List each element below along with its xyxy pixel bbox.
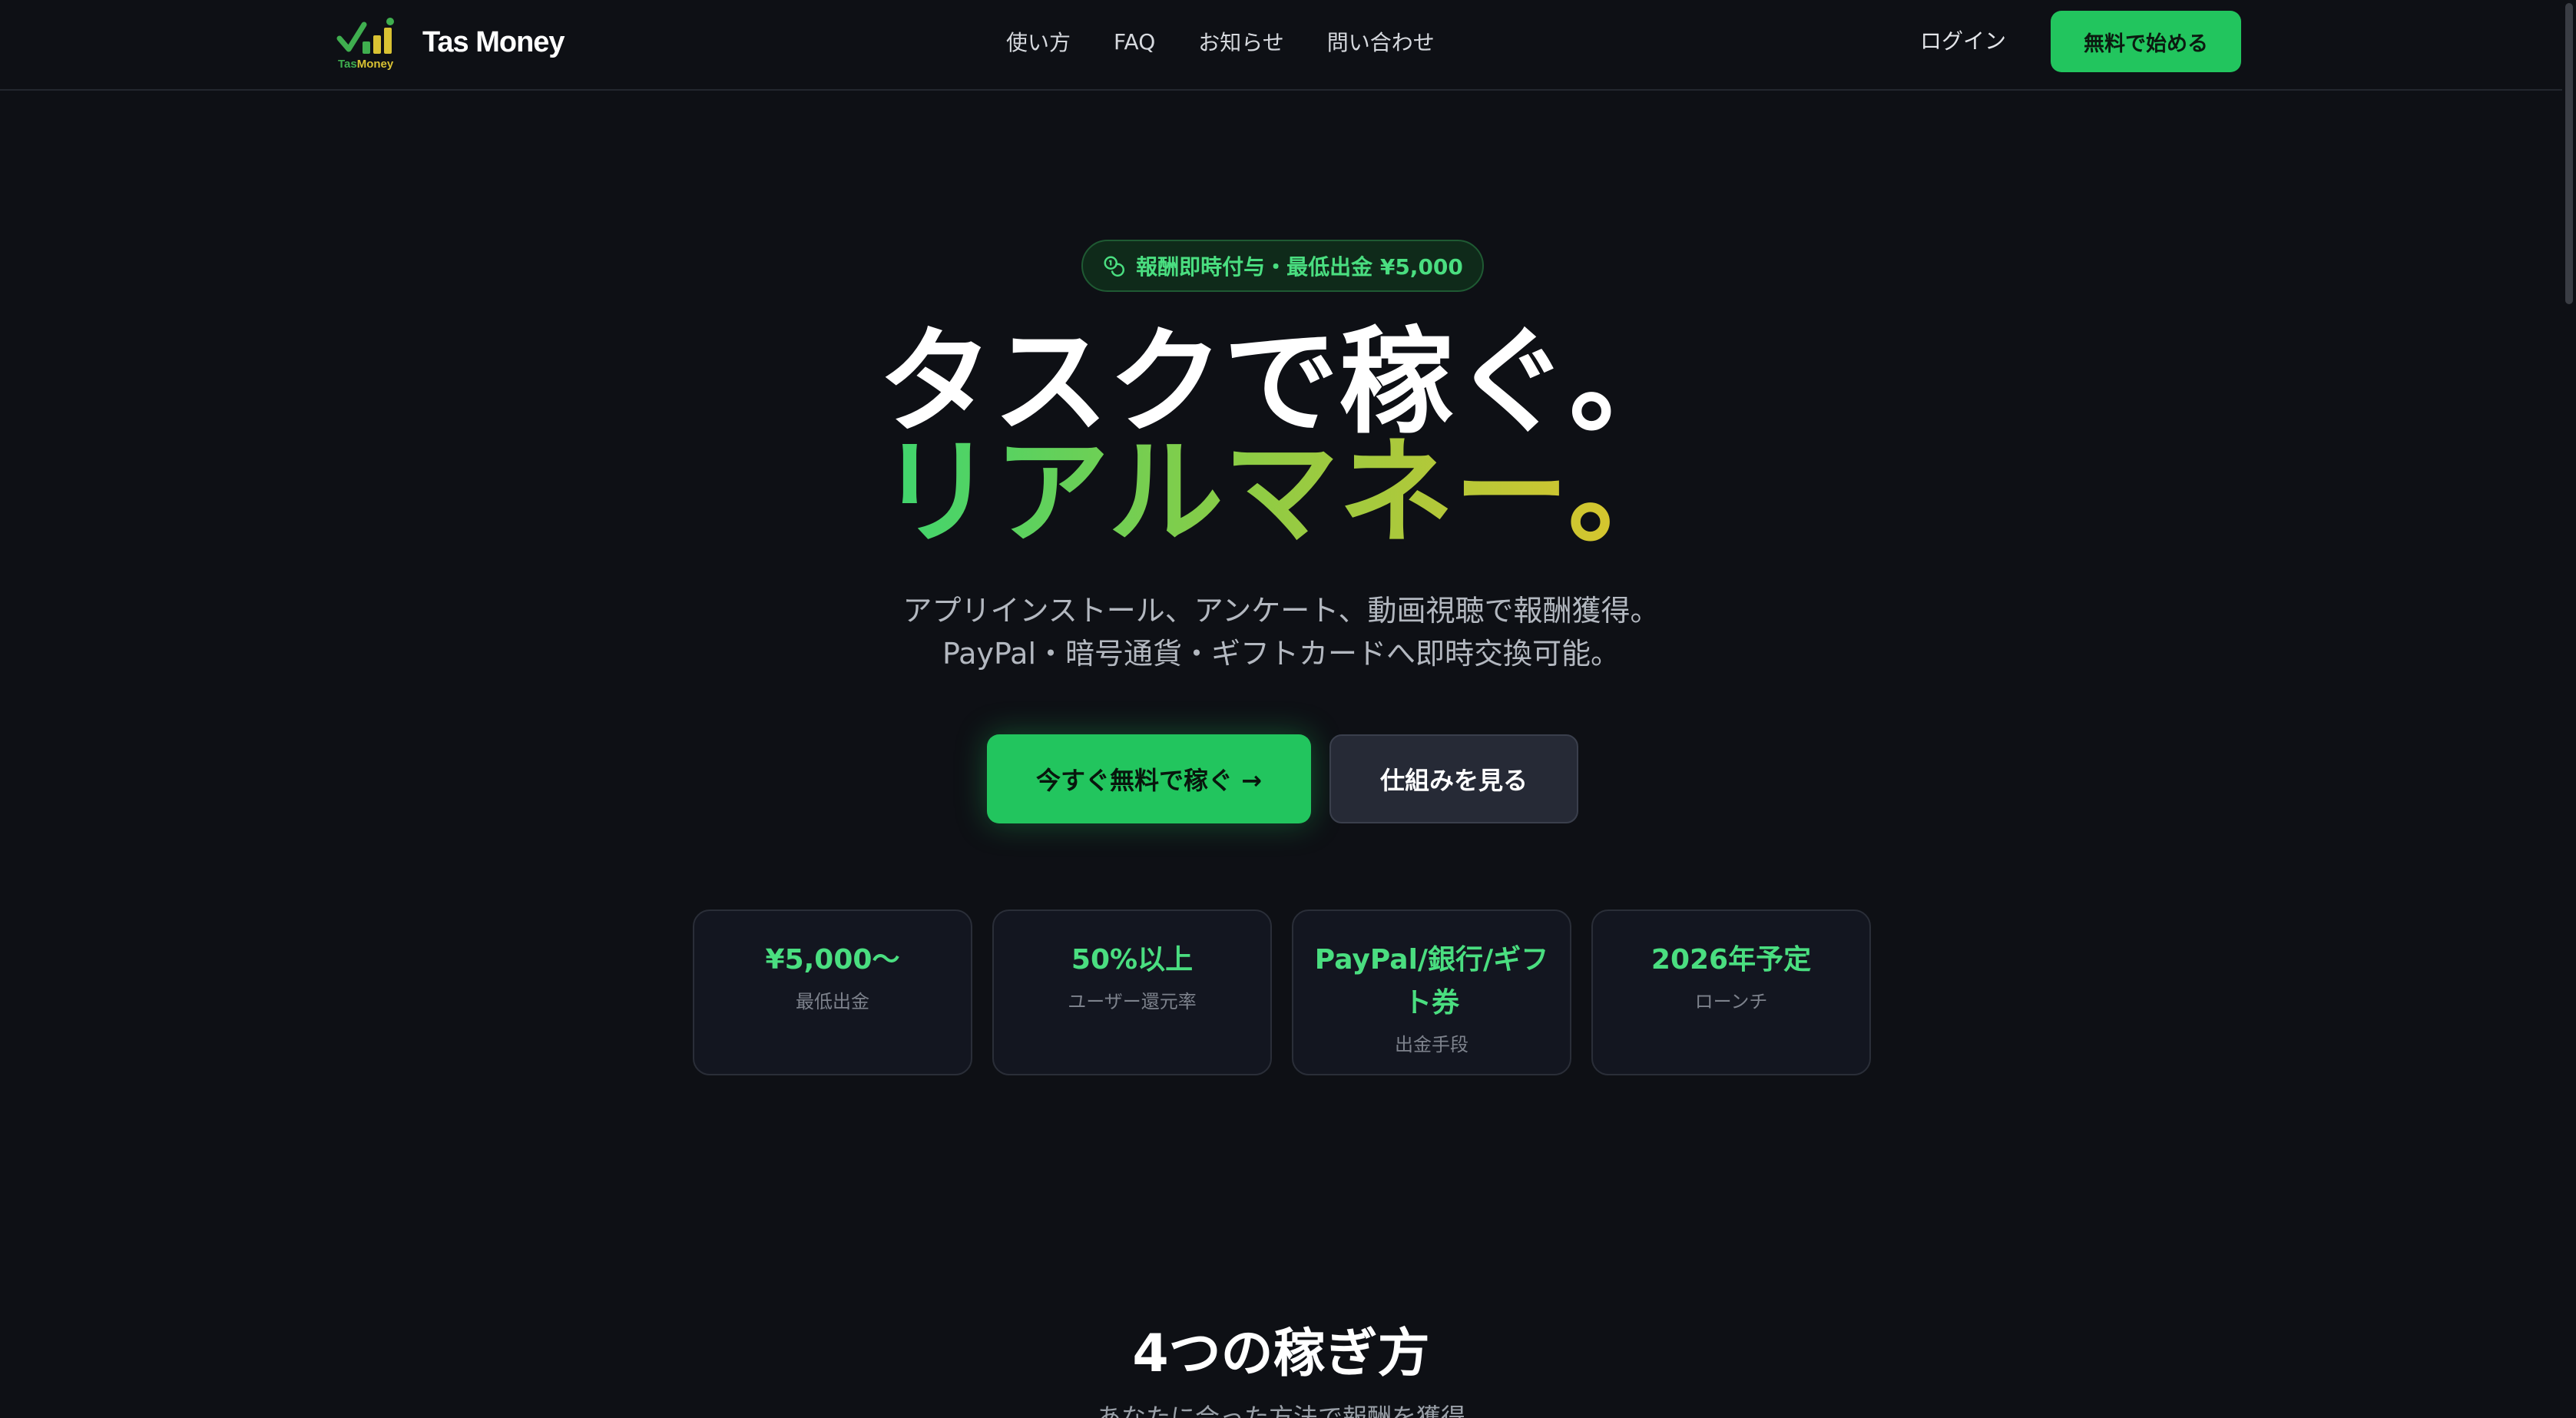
stat-value: 2026年予定 [1651, 944, 1812, 976]
site-header: TasMoney Tas Money 使い方 FAQ お知らせ 問い合わせ ログ… [0, 0, 2576, 91]
section-subtitle: あなたに合った方法で報酬を獲得 [1096, 1403, 1465, 1418]
coins-icon [1104, 256, 1125, 277]
stat-label: ローンチ [1694, 991, 1768, 1012]
scrollbar-thumb[interactable] [2565, 3, 2573, 304]
hero-headline-line2: リアルマネー。 [879, 426, 1684, 560]
brand-name: Tas Money [422, 25, 565, 58]
page-scrollbar[interactable] [2562, 0, 2576, 1418]
earn-now-button[interactable]: 今すぐ無料で稼ぐ → [987, 734, 1311, 823]
badge-text: 報酬即時付与・最低出金 ¥5,000 [1136, 254, 1463, 280]
stat-card-launch: 2026年予定 ローンチ [1591, 909, 1871, 1075]
hero-subtitle-line1: アプリインストール、アンケート、動画視聴で報酬獲得。 [902, 594, 1660, 628]
stat-card-payout-methods: PayPal/銀行/ギフト券 出金手段 [1292, 909, 1571, 1075]
logo-link[interactable]: TasMoney Tas Money [336, 15, 565, 71]
logo-icon: TasMoney [336, 15, 401, 71]
hero-subtitle-line2: PayPal・暗号通貨・ギフトカードへ即時交換可能。 [942, 637, 1621, 671]
stat-value: ¥5,000〜 [765, 944, 900, 976]
main-nav: 使い方 FAQ お知らせ 問い合わせ [1006, 0, 1435, 83]
stat-card-return-rate: 50%以上 ユーザー還元率 [992, 909, 1272, 1075]
stat-label: ユーザー還元率 [1068, 991, 1197, 1012]
login-link[interactable]: ログイン [1920, 25, 2006, 55]
stat-value: 50%以上 [1071, 944, 1194, 976]
nav-link-contact[interactable]: 問い合わせ [1327, 26, 1435, 57]
nav-link-how-to[interactable]: 使い方 [1006, 26, 1071, 57]
reward-badge: 報酬即時付与・最低出金 ¥5,000 [1081, 240, 1484, 292]
nav-link-faq[interactable]: FAQ [1114, 29, 1155, 55]
stat-value: PayPal/銀行/ギフト券 [1314, 944, 1549, 1019]
nav-link-news[interactable]: お知らせ [1198, 26, 1283, 57]
stat-label: 最低出金 [796, 991, 869, 1012]
page: TasMoney Tas Money 使い方 FAQ お知らせ 問い合わせ ログ… [0, 0, 2576, 1418]
how-it-works-button[interactable]: 仕組みを見る [1329, 734, 1578, 823]
section-title: 4つの稼ぎ方 [1132, 1324, 1430, 1384]
stats-row: ¥5,000〜 最低出金 50%以上 ユーザー還元率 PayPal/銀行/ギフト… [693, 909, 1871, 1075]
stat-label: 出金手段 [1395, 1034, 1468, 1055]
hero-headline-line1: タスクで稼ぐ。 [877, 316, 1684, 449]
stat-card-min-withdrawal: ¥5,000〜 最低出金 [693, 909, 972, 1075]
start-free-button[interactable]: 無料で始める [2051, 11, 2241, 72]
logo-wordmark: TasMoney [338, 58, 394, 71]
